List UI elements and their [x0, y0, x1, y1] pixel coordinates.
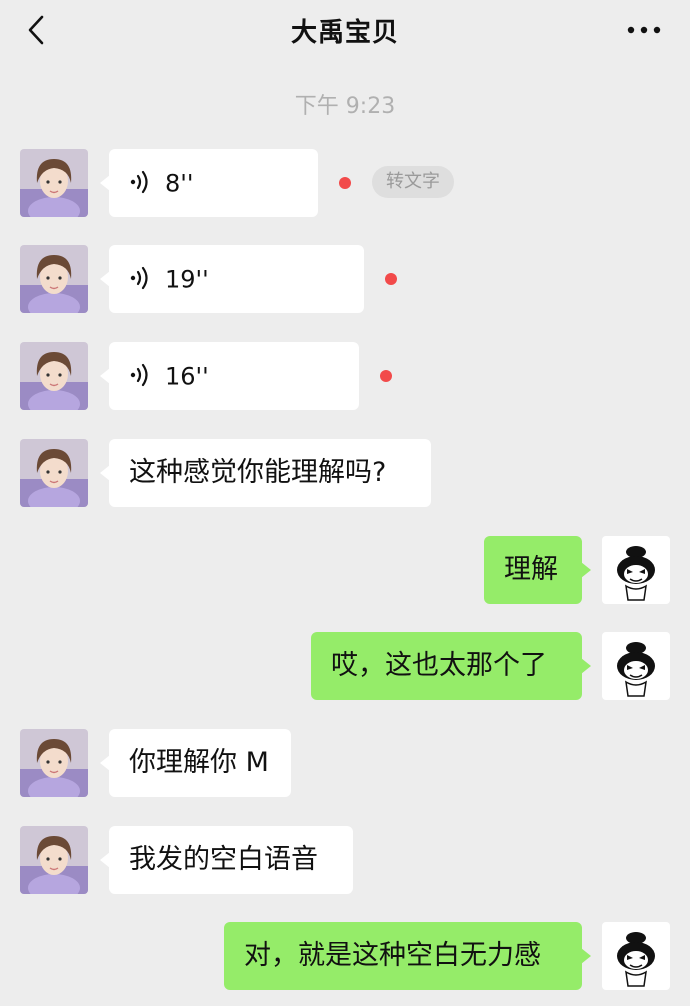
voice-duration: 19'': [165, 265, 209, 294]
unread-dot: [380, 370, 392, 382]
voice-wave-icon: [130, 170, 148, 193]
contact-avatar[interactable]: [20, 245, 88, 313]
contact-avatar[interactable]: [20, 729, 88, 797]
message-timestamp: 下午 9:23: [294, 94, 396, 119]
contact-avatar[interactable]: [20, 149, 88, 217]
contact-avatar[interactable]: [20, 439, 88, 507]
my-avatar[interactable]: [602, 922, 670, 990]
voice-message-bubble[interactable]: 16'': [100, 342, 359, 410]
more-dots-icon: [627, 26, 661, 34]
text-message-bubble[interactable]: 哎，这也太那个了: [311, 632, 591, 700]
text-message-bubble[interactable]: 你理解你 M: [100, 729, 291, 797]
my-avatar[interactable]: [602, 632, 670, 700]
more-button[interactable]: [624, 18, 664, 42]
text-message-bubble[interactable]: 对，就是这种空白无力感: [224, 922, 591, 990]
unread-dot: [385, 273, 397, 285]
transcribe-button[interactable]: 转文字: [372, 166, 454, 198]
unread-dot: [339, 177, 351, 189]
text-message-bubble[interactable]: 我发的空白语音: [100, 826, 353, 894]
voice-wave-icon: [130, 363, 148, 386]
text-message-bubble[interactable]: 理解: [484, 536, 591, 604]
contact-avatar[interactable]: [20, 826, 88, 894]
voice-message-bubble[interactable]: 19'': [100, 245, 364, 313]
text-message-bubble[interactable]: 这种感觉你能理解吗?: [100, 439, 431, 507]
voice-duration: 8'': [165, 169, 194, 198]
voice-wave-icon: [130, 266, 148, 289]
contact-avatar[interactable]: [20, 342, 88, 410]
chat-title: 大禹宝贝: [290, 18, 399, 48]
my-avatar[interactable]: [602, 536, 670, 604]
chat-header: 大禹宝贝: [0, 0, 690, 62]
voice-duration: 16'': [165, 362, 209, 391]
voice-message-bubble[interactable]: 8'': [100, 149, 318, 217]
